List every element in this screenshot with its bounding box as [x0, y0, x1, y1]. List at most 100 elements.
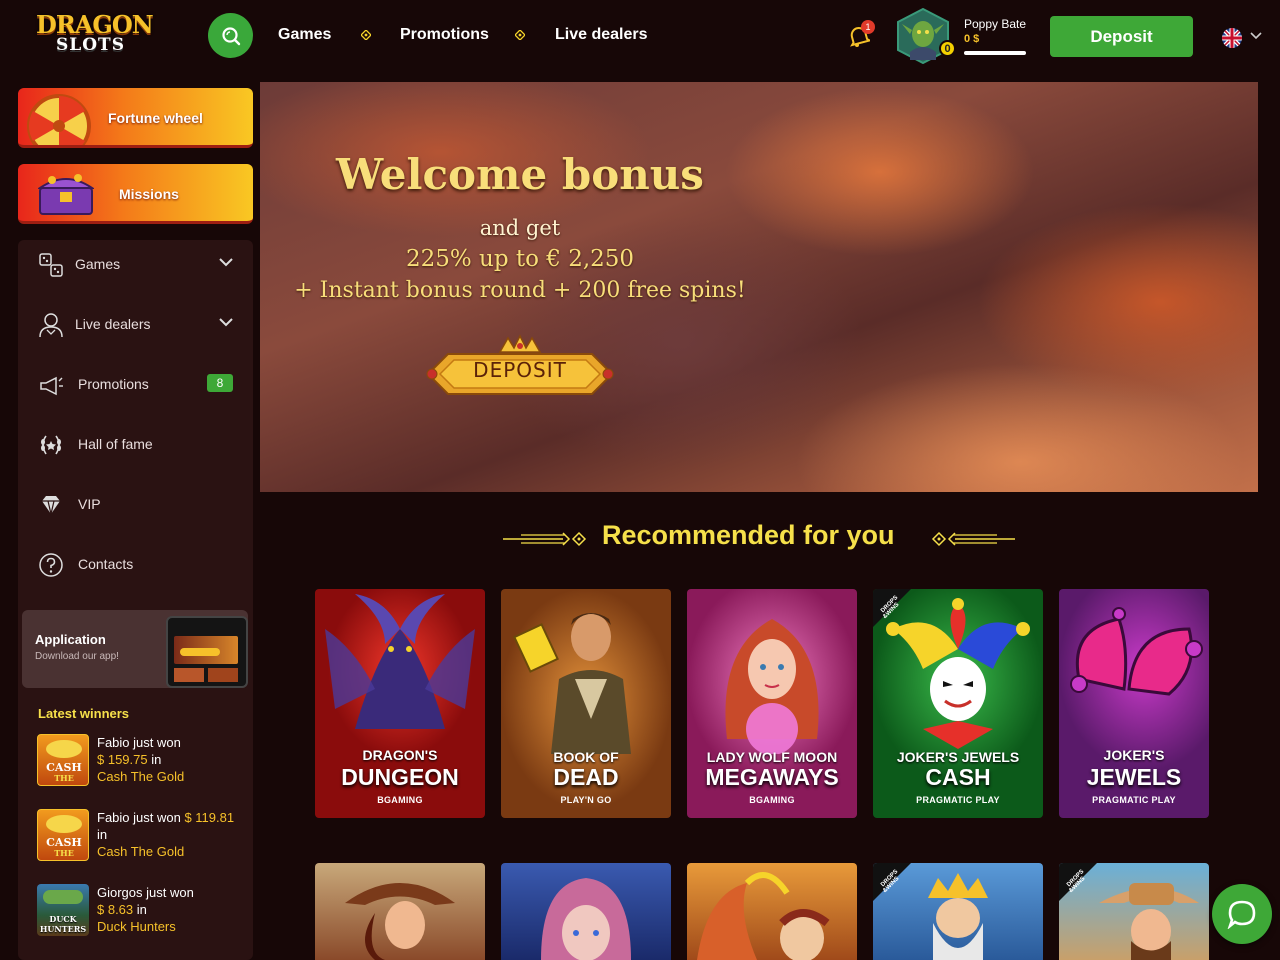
- winner-amount: $ 8.63: [97, 902, 134, 917]
- game-title-line1: JOKER'S: [1103, 747, 1165, 763]
- winner-game-link[interactable]: Cash The Gold: [97, 769, 184, 784]
- treasure-chest-icon: [38, 174, 94, 215]
- lady-wolf-artwork-icon: [725, 619, 819, 754]
- sidebar-item-games[interactable]: Games: [18, 238, 253, 294]
- winner-in: in: [97, 827, 108, 842]
- nav-separator-icon: [515, 30, 525, 40]
- download-app-card[interactable]: Application Download our app!: [22, 610, 248, 688]
- nav-live-dealers[interactable]: Live dealers: [555, 26, 648, 44]
- game-tile[interactable]: DROPS &WINS: [1059, 863, 1209, 960]
- laurel-icon: [41, 435, 61, 455]
- title-ornament-right-icon: [931, 531, 1015, 547]
- sidebar-item-label: Hall of fame: [78, 436, 153, 452]
- game-title-line2: JEWELS: [1086, 764, 1182, 790]
- game-tile[interactable]: [315, 863, 485, 960]
- golden-dragon-artwork-icon: [697, 872, 830, 960]
- nav-promotions[interactable]: Promotions: [400, 26, 489, 44]
- search-icon: [221, 26, 240, 45]
- winner-amount: $ 159.75: [97, 752, 148, 767]
- drops-and-wins-badge-icon: DROPS &WINS: [873, 863, 911, 901]
- sidebar-item-label: Live dealers: [75, 316, 151, 332]
- level-badge: 0: [939, 40, 956, 57]
- sidebar-item-hall-of-fame[interactable]: Hall of fame: [18, 418, 253, 474]
- game-provider: BGAMING: [377, 795, 423, 805]
- game-tile[interactable]: JOKER'S JEWELS PRAGMATIC PLAY: [1059, 589, 1209, 818]
- game-tile[interactable]: LADY WOLF MOON MEGAWAYS BGAMING: [687, 589, 857, 818]
- sidebar-item-label: Contacts: [78, 556, 134, 572]
- fortune-wheel-card[interactable]: Fortune wheel: [18, 88, 253, 148]
- sidebar-item-label: Promotions: [78, 376, 149, 392]
- drops-and-wins-badge-icon: DROPS &WINS: [1059, 863, 1097, 901]
- cowgirl-artwork-icon: [345, 883, 455, 960]
- game-provider: PLAY'N GO: [560, 795, 612, 805]
- sidebar-item-label: VIP: [78, 496, 101, 512]
- user-name[interactable]: Poppy Bate: [964, 17, 1026, 31]
- sidebar-item-label: Games: [75, 256, 121, 272]
- game-provider: PRAGMATIC PLAY: [1092, 795, 1176, 805]
- cash-the-gold-thumbnail: CASHTHE GOLD: [37, 809, 89, 861]
- game-provider: BGAMING: [749, 795, 795, 805]
- deposit-button[interactable]: Deposit: [1050, 16, 1193, 57]
- diamond-icon: [42, 496, 60, 515]
- promotions-count-badge: 8: [207, 374, 233, 392]
- winner-item[interactable]: CASHTHE GOLD Fabio just won $ 159.75 in …: [37, 734, 247, 794]
- banner-line-1: and get: [479, 216, 561, 240]
- winner-item[interactable]: CASHTHE GOLD Fabio just won $ 119.81 in …: [37, 809, 247, 869]
- game-tile[interactable]: [687, 863, 857, 960]
- search-button[interactable]: [208, 13, 253, 58]
- duck-hunters-thumbnail: DUCK HUNTERS: [37, 884, 89, 936]
- winner-game-link[interactable]: Cash The Gold: [97, 844, 184, 859]
- logo[interactable]: DRAGON SLOTS: [36, 10, 154, 58]
- winner-item[interactable]: DUCK HUNTERS Giorgos just won $ 8.63 in …: [37, 884, 247, 944]
- sidebar-item-vip[interactable]: VIP: [18, 478, 253, 534]
- sidebar-item-contacts[interactable]: Contacts: [18, 538, 253, 594]
- welcome-bonus-banner[interactable]: Welcome bonus and get 225% up to € 2,250…: [260, 82, 1258, 492]
- game-title-line2: MEGAWAYS: [705, 764, 839, 790]
- sidebar-item-live-dealers[interactable]: Live dealers: [18, 298, 253, 354]
- game-title-line2: DEAD: [553, 764, 619, 790]
- joker-artwork-icon: [886, 598, 1030, 749]
- game-title-line1: BOOK OF: [553, 749, 619, 765]
- dealer-icon: [39, 313, 63, 338]
- missions-card[interactable]: Missions: [18, 164, 253, 224]
- recommended-title: Recommended for you: [602, 520, 895, 550]
- winner-amount: $ 119.81: [184, 810, 235, 825]
- chevron-down-icon[interactable]: [1250, 32, 1262, 40]
- dragon-artwork-icon: [325, 594, 475, 729]
- live-chat-button[interactable]: [1212, 884, 1272, 944]
- language-selector[interactable]: [1222, 28, 1242, 48]
- winner-game-link[interactable]: Duck Hunters: [97, 919, 176, 934]
- user-balance: 0 $: [964, 33, 980, 45]
- notification-badge: 1: [861, 20, 875, 34]
- help-icon: [39, 553, 63, 577]
- game-tile[interactable]: DROPS &WINS JOKER'S JEWELS CASH PRAGMATI…: [873, 589, 1043, 818]
- banner-line-2: 225% up to € 2,250: [405, 246, 635, 272]
- jester-hat-artwork-icon: [1070, 607, 1203, 696]
- game-tile[interactable]: BOOK OF DEAD PLAY'N GO: [501, 589, 671, 818]
- uk-flag-icon: [1222, 28, 1242, 48]
- nav-games[interactable]: Games: [278, 26, 331, 44]
- game-tile[interactable]: DRAGON'S DUNGEON BGAMING: [315, 589, 485, 818]
- games-icon: [39, 253, 63, 277]
- app-subtitle: Download our app!: [35, 651, 119, 662]
- game-tile[interactable]: [501, 863, 671, 960]
- game-tile[interactable]: DROPS &WINS: [873, 863, 1043, 960]
- game-title-line1: JOKER'S JEWELS: [896, 749, 1020, 765]
- banner-deposit-label: DEPOSIT: [473, 358, 567, 382]
- game-title-line1: LADY WOLF MOON: [706, 749, 838, 765]
- sidebar-item-promotions[interactable]: Promotions 8: [18, 358, 253, 414]
- explorer-artwork-icon: [513, 613, 631, 754]
- game-title-line2: DUNGEON: [341, 764, 459, 790]
- banner-deposit-button[interactable]: DEPOSIT: [418, 332, 622, 402]
- banner-line-3: + Instant bonus round + 200 free spins!: [294, 278, 746, 303]
- chevron-down-icon: [219, 258, 233, 267]
- game-title-line2: CASH: [925, 764, 991, 790]
- level-progress-bar: [964, 51, 1026, 55]
- game-title-line1: DRAGON'S: [362, 747, 438, 763]
- winner-in: in: [151, 752, 162, 767]
- header: DRAGON SLOTS Games Promotions Live deale…: [0, 0, 1280, 72]
- winner-in: in: [136, 902, 147, 917]
- game-provider: PRAGMATIC PLAY: [916, 795, 1000, 805]
- missions-label: Missions: [119, 186, 179, 202]
- megaphone-icon: [40, 376, 63, 396]
